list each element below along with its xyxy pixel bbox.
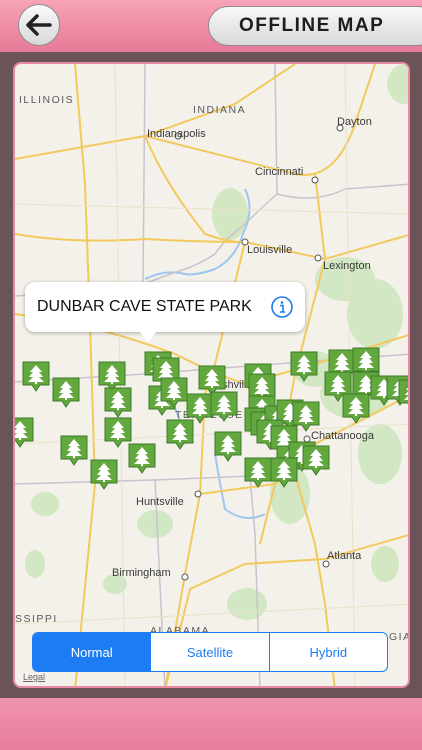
tree-marker-icon [210,391,238,422]
park-marker[interactable] [103,386,133,418]
arrow-left-icon [26,14,52,36]
park-marker[interactable] [341,392,371,424]
park-marker[interactable] [127,442,157,474]
park-marker[interactable] [209,390,239,422]
tree-marker-icon [292,401,320,432]
tree-marker-icon [128,443,156,474]
map-type-normal[interactable]: Normal [33,633,151,671]
tree-marker-icon [290,351,318,382]
tree-marker-icon [342,393,370,424]
tree-marker-icon [52,377,80,408]
map-view[interactable]: ILLINOIS INDIANA TENNESSEE ALABAMA SSIPP… [13,62,410,688]
city-label-birmingham: Birmingham [112,567,171,579]
info-icon[interactable] [271,296,293,318]
park-marker[interactable] [289,350,319,382]
tree-marker-icon [104,387,132,418]
tree-marker-icon [214,431,242,462]
page-title: OFFLINE MAP [208,6,422,46]
map-type-satellite[interactable]: Satellite [150,633,268,671]
state-label-mississippi: SSIPPI [15,613,58,625]
map-type-hybrid[interactable]: Hybrid [268,633,387,671]
park-callout[interactable]: DUNBAR CAVE STATE PARK [25,282,305,332]
city-label-indianapolis: Indianapolis [147,128,206,140]
top-bar: OFFLINE MAP [0,0,422,52]
park-marker[interactable] [213,430,243,462]
tree-marker-icon [166,419,194,450]
city-label-louisville: Louisville [247,244,293,256]
tree-marker-icon [15,417,34,448]
park-marker[interactable] [21,360,51,392]
city-label-dayton: Dayton [337,116,372,128]
park-marker[interactable] [165,418,195,450]
park-marker[interactable] [59,434,89,466]
bottom-bar [0,698,422,750]
park-marker[interactable] [291,400,321,432]
tree-marker-icon [302,445,330,476]
park-marker[interactable] [301,444,331,476]
tree-marker-icon [90,459,118,490]
city-label-huntsville: Huntsville [136,496,184,508]
callout-pointer [138,330,158,342]
park-marker[interactable] [397,378,408,410]
state-label-georgia: GIA [389,631,410,643]
park-marker[interactable] [15,416,35,448]
city-label-lexington: Lexington [323,260,371,272]
park-marker[interactable] [89,458,119,490]
legal-link[interactable]: Legal [23,672,45,682]
callout-title: DUNBAR CAVE STATE PARK [37,298,252,315]
park-marker[interactable] [51,376,81,408]
city-label-cincinnati: Cincinnati [255,166,304,178]
tree-marker-icon [22,361,50,392]
city-label-atlanta: Atlanta [327,550,362,562]
park-marker[interactable] [269,456,299,488]
state-label-illinois: ILLINOIS [19,94,75,106]
tree-marker-icon [270,457,298,488]
state-label-indiana: INDIANA [193,104,247,116]
map-type-selector[interactable]: Normal Satellite Hybrid [32,632,388,672]
page-title-text: OFFLINE MAP [239,15,385,36]
tree-marker-icon [60,435,88,466]
back-button[interactable] [18,4,60,46]
tree-marker-icon [398,379,408,404]
